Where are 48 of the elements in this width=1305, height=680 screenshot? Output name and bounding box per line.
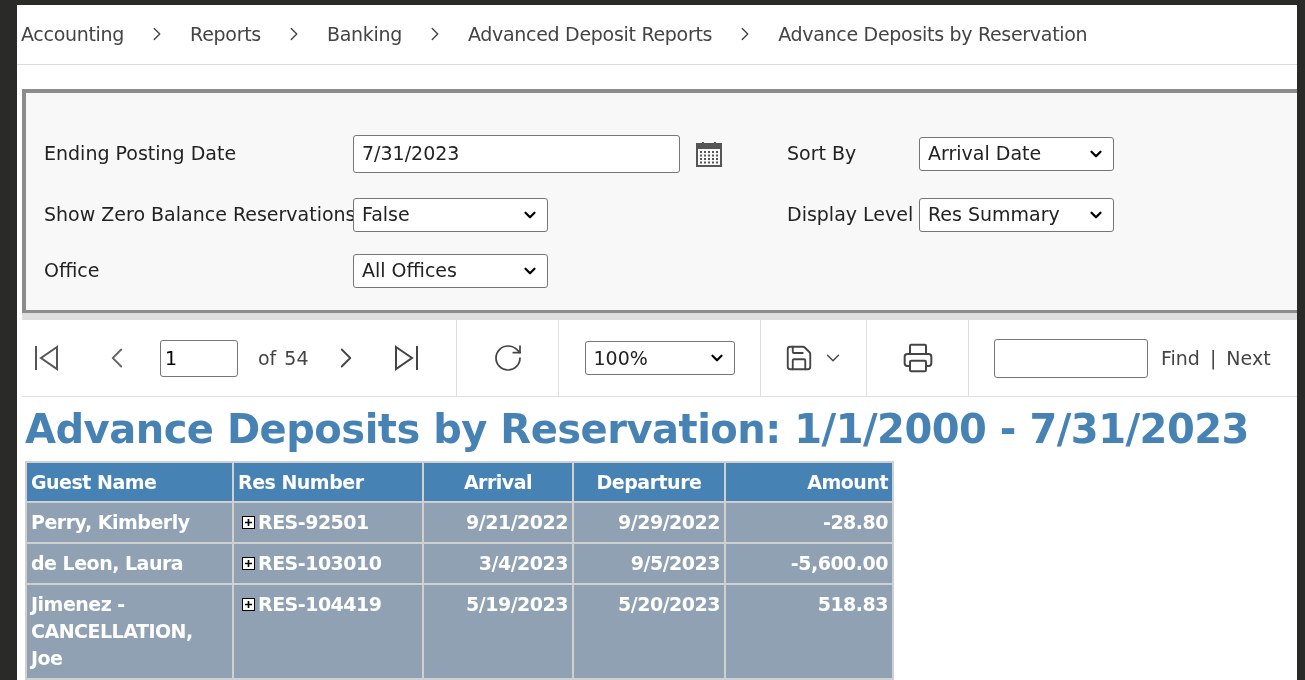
table-cell: 9/21/2022 <box>423 502 573 543</box>
find-input[interactable] <box>994 338 1148 378</box>
dropdown[interactable]: All Offices <box>353 253 548 288</box>
last-page-icon[interactable] <box>392 344 419 373</box>
breadcrumb-link[interactable]: Advanced Deposit Reports <box>467 20 713 49</box>
column-header: Departure <box>573 462 725 502</box>
breadcrumb-link[interactable]: Reports <box>190 20 261 49</box>
table-cell: -28.80 <box>725 502 893 543</box>
field-label: Sort By <box>787 142 857 165</box>
table-cell: 3/4/2023 <box>423 543 573 584</box>
first-page-icon[interactable] <box>34 344 60 373</box>
column-header: Guest Name <box>26 462 233 502</box>
table-cell: 518.83 <box>725 584 893 679</box>
calendar-icon[interactable] <box>696 140 722 167</box>
zoom-dropdown[interactable]: 100% <box>584 341 735 376</box>
page-count: 54 <box>284 345 309 371</box>
column-header: Arrival <box>423 462 573 502</box>
find-link[interactable]: Find <box>1161 343 1200 373</box>
breadcrumb-link[interactable]: Banking <box>326 20 402 49</box>
page-of-label: of <box>258 345 277 371</box>
table-cell: 9/29/2022 <box>573 502 725 543</box>
page-number-input[interactable]: 1 <box>160 339 238 377</box>
breadcrumb-link[interactable]: Advance Deposits by Reservation <box>778 20 1088 49</box>
table-cell: Perry, Kimberly <box>26 502 233 543</box>
separator: | <box>1209 345 1217 372</box>
table-cell: 9/5/2023 <box>573 543 725 584</box>
dropdown[interactable]: False <box>353 197 548 232</box>
report-title: Advance Deposits by Reservation: 1/1/2000 - 7/31/2023 <box>25 405 1250 454</box>
column-header: Amount <box>725 462 893 502</box>
dropdown[interactable]: Arrival Date <box>919 136 1114 171</box>
next-link[interactable]: Next <box>1226 343 1271 373</box>
dropdown[interactable]: Res Summary <box>919 197 1114 232</box>
field-label: Show Zero Balance Reservations <box>44 203 356 226</box>
expand-icon[interactable] <box>242 516 255 529</box>
table-cell: Jimenez - CANCELLATION, Joe <box>26 584 233 679</box>
column-header: Res Number <box>233 462 423 502</box>
print-icon[interactable] <box>901 342 934 375</box>
expand-icon[interactable] <box>242 598 255 611</box>
field-label: Display Level <box>787 203 914 226</box>
field-label: Office <box>44 259 100 282</box>
table-cell: -5,600.00 <box>725 543 893 584</box>
table-cell: 5/19/2023 <box>423 584 573 679</box>
date-input[interactable]: 7/31/2023 <box>353 134 680 173</box>
table-cell: 5/20/2023 <box>573 584 725 679</box>
field-label: Ending Posting Date <box>44 142 237 165</box>
expand-icon[interactable] <box>242 557 255 570</box>
table-cell: de Leon, Laura <box>26 543 233 584</box>
breadcrumb-link[interactable]: Accounting <box>21 20 125 49</box>
